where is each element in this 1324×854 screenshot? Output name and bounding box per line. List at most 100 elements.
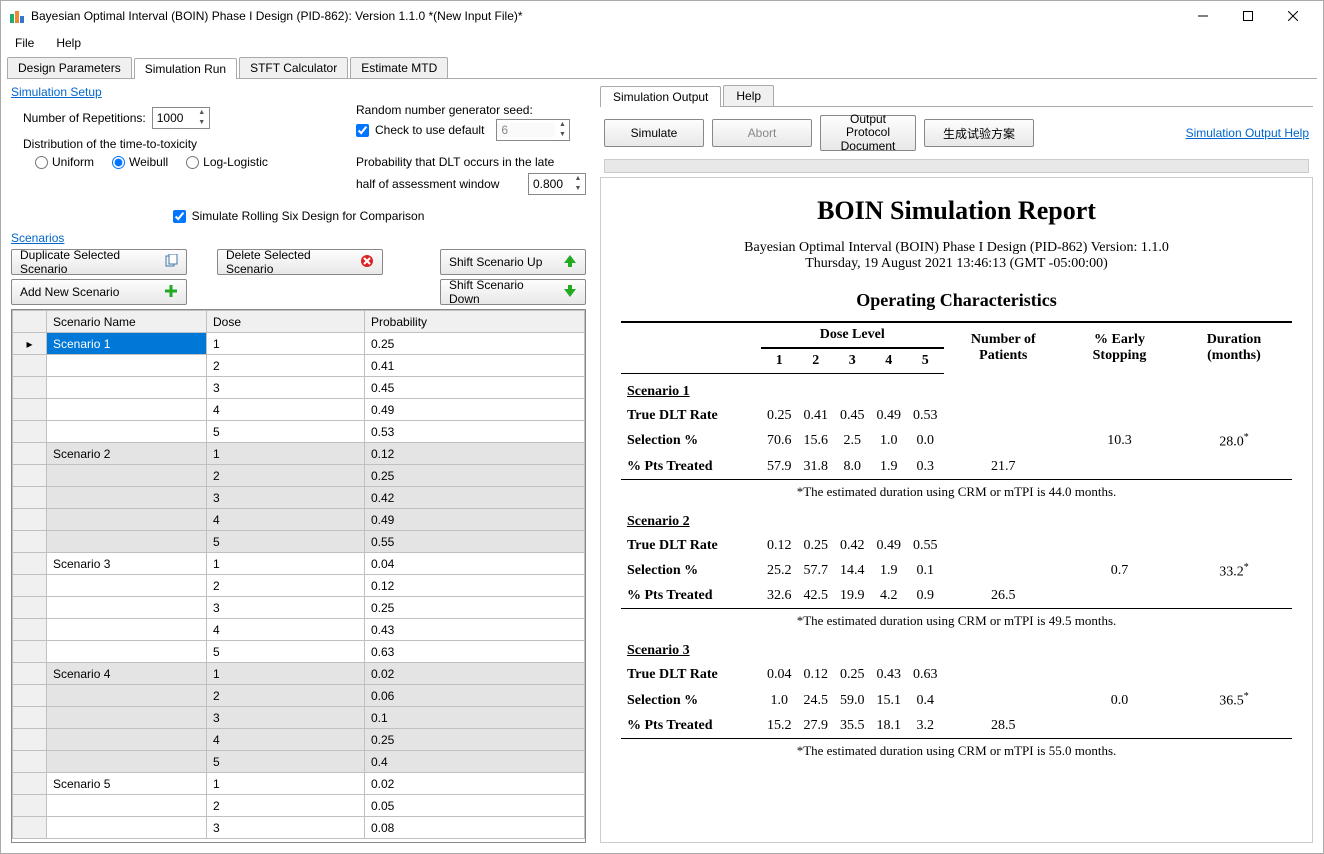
cell-scenario-name[interactable] <box>47 531 207 553</box>
cell-scenario-name[interactable]: Scenario 5 <box>47 773 207 795</box>
cell-scenario-name[interactable] <box>47 817 207 839</box>
cell-dose[interactable]: 1 <box>207 443 365 465</box>
row-selector[interactable] <box>13 377 47 399</box>
cell-scenario-name[interactable] <box>47 707 207 729</box>
reps-spin-down[interactable]: ▼ <box>195 118 209 128</box>
cell-probability[interactable]: 0.63 <box>365 641 585 663</box>
cell-probability[interactable]: 0.55 <box>365 531 585 553</box>
table-row[interactable]: 5 0.4 <box>13 751 585 773</box>
reps-spin-up[interactable]: ▲ <box>195 108 209 118</box>
cell-dose[interactable]: 4 <box>207 729 365 751</box>
minimize-button[interactable] <box>1180 2 1225 30</box>
cell-scenario-name[interactable]: Scenario 1 <box>47 333 207 355</box>
row-selector[interactable] <box>13 707 47 729</box>
row-selector[interactable] <box>13 465 47 487</box>
table-row[interactable]: Scenario 3 1 0.04 <box>13 553 585 575</box>
table-row[interactable]: 2 0.41 <box>13 355 585 377</box>
cell-dose[interactable]: 3 <box>207 487 365 509</box>
table-row[interactable]: 4 0.25 <box>13 729 585 751</box>
row-selector[interactable] <box>13 487 47 509</box>
cell-probability[interactable]: 0.49 <box>365 509 585 531</box>
cell-scenario-name[interactable] <box>47 619 207 641</box>
cell-dose[interactable]: 1 <box>207 553 365 575</box>
cell-probability[interactable]: 0.25 <box>365 597 585 619</box>
shift-down-button[interactable]: Shift Scenario Down <box>440 279 586 305</box>
table-row[interactable]: 4 0.49 <box>13 509 585 531</box>
simulation-output-help-link[interactable]: Simulation Output Help <box>1186 126 1309 140</box>
cell-probability[interactable]: 0.12 <box>365 443 585 465</box>
cell-probability[interactable]: 0.08 <box>365 817 585 839</box>
row-selector[interactable] <box>13 509 47 531</box>
prob-late-field[interactable] <box>529 177 571 191</box>
cell-scenario-name[interactable] <box>47 597 207 619</box>
seed-default-checkbox[interactable] <box>356 124 369 137</box>
prob-late-input[interactable]: ▲▼ <box>528 173 586 195</box>
cell-dose[interactable]: 3 <box>207 817 365 839</box>
cell-dose[interactable]: 2 <box>207 575 365 597</box>
cell-scenario-name[interactable] <box>47 641 207 663</box>
shift-up-button[interactable]: Shift Scenario Up <box>440 249 586 275</box>
tab-stft-calculator[interactable]: STFT Calculator <box>239 57 348 78</box>
menu-help[interactable]: Help <box>52 34 85 52</box>
cell-probability[interactable]: 0.02 <box>365 663 585 685</box>
cell-probability[interactable]: 0.06 <box>365 685 585 707</box>
col-probability[interactable]: Probability <box>365 311 585 333</box>
cell-scenario-name[interactable]: Scenario 2 <box>47 443 207 465</box>
cell-scenario-name[interactable] <box>47 487 207 509</box>
row-selector[interactable] <box>13 597 47 619</box>
cell-probability[interactable]: 0.42 <box>365 487 585 509</box>
col-scenario-name[interactable]: Scenario Name <box>47 311 207 333</box>
scenarios-grid[interactable]: Scenario Name Dose Probability ▸ Scenari… <box>11 309 586 843</box>
cell-probability[interactable]: 0.45 <box>365 377 585 399</box>
cell-probability[interactable]: 0.05 <box>365 795 585 817</box>
abort-button[interactable]: Abort <box>712 119 812 147</box>
cell-scenario-name[interactable] <box>47 575 207 597</box>
cell-probability[interactable]: 0.02 <box>365 773 585 795</box>
generate-protocol-cn-button[interactable]: 生成试验方案 <box>924 119 1034 147</box>
row-selector[interactable] <box>13 399 47 421</box>
cell-dose[interactable]: 1 <box>207 773 365 795</box>
cell-probability[interactable]: 0.25 <box>365 333 585 355</box>
table-row[interactable]: 2 0.12 <box>13 575 585 597</box>
cell-probability[interactable]: 0.49 <box>365 399 585 421</box>
cell-dose[interactable]: 5 <box>207 641 365 663</box>
cell-probability[interactable]: 0.04 <box>365 553 585 575</box>
radio-weibull[interactable]: Weibull <box>112 155 168 169</box>
tab-simulation-output[interactable]: Simulation Output <box>600 86 721 107</box>
table-row[interactable]: ▸ Scenario 1 1 0.25 <box>13 333 585 355</box>
cell-scenario-name[interactable] <box>47 465 207 487</box>
delete-scenario-button[interactable]: Delete Selected Scenario <box>217 249 383 275</box>
cell-dose[interactable]: 3 <box>207 597 365 619</box>
table-row[interactable]: Scenario 2 1 0.12 <box>13 443 585 465</box>
cell-dose[interactable]: 2 <box>207 685 365 707</box>
prob-late-spin-down[interactable]: ▼ <box>571 184 585 194</box>
row-selector[interactable] <box>13 685 47 707</box>
cell-scenario-name[interactable]: Scenario 4 <box>47 663 207 685</box>
row-selector[interactable] <box>13 663 47 685</box>
cell-dose[interactable]: 2 <box>207 465 365 487</box>
radio-uniform[interactable]: Uniform <box>35 155 94 169</box>
col-dose[interactable]: Dose <box>207 311 365 333</box>
close-button[interactable] <box>1270 2 1315 30</box>
rolling-six-checkbox[interactable] <box>173 210 186 223</box>
cell-probability[interactable]: 0.25 <box>365 729 585 751</box>
tab-estimate-mtd[interactable]: Estimate MTD <box>350 57 448 78</box>
reps-field[interactable] <box>153 111 195 125</box>
table-row[interactable]: 2 0.05 <box>13 795 585 817</box>
cell-scenario-name[interactable] <box>47 377 207 399</box>
cell-scenario-name[interactable] <box>47 729 207 751</box>
row-selector[interactable] <box>13 553 47 575</box>
row-selector[interactable] <box>13 817 47 839</box>
row-selector[interactable] <box>13 641 47 663</box>
row-selector[interactable] <box>13 421 47 443</box>
row-selector[interactable] <box>13 531 47 553</box>
table-row[interactable]: 5 0.63 <box>13 641 585 663</box>
cell-dose[interactable]: 3 <box>207 707 365 729</box>
cell-dose[interactable]: 1 <box>207 333 365 355</box>
cell-dose[interactable]: 4 <box>207 619 365 641</box>
cell-probability[interactable]: 0.1 <box>365 707 585 729</box>
table-row[interactable]: 2 0.06 <box>13 685 585 707</box>
row-selector[interactable] <box>13 619 47 641</box>
output-protocol-doc-button[interactable]: Output Protocol Document <box>820 115 916 151</box>
cell-scenario-name[interactable] <box>47 355 207 377</box>
